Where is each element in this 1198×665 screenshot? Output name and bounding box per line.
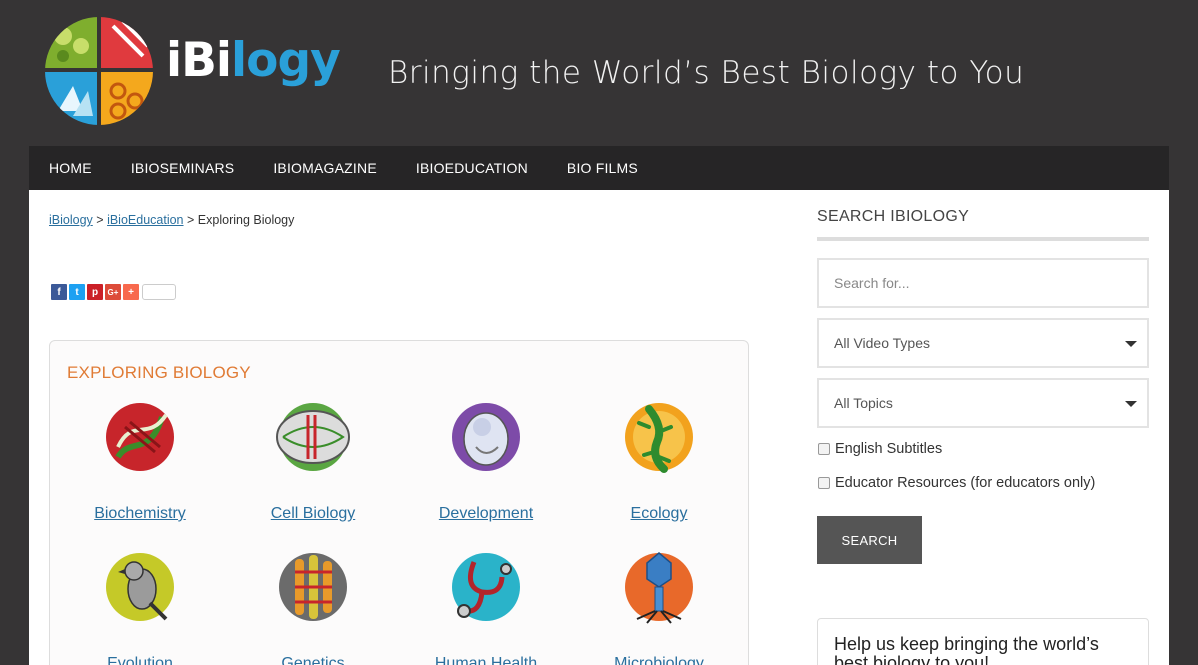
main-content: iBiology > iBioEducation > Exploring Bio…	[29, 190, 1169, 665]
breadcrumb-section-link[interactable]: iBioEducation	[107, 213, 183, 227]
nav-bio-films[interactable]: BIO FILMS	[567, 160, 638, 176]
video-types-value: All Video Types	[834, 335, 930, 351]
nav-ibiomagazine[interactable]: IBIOMAGAZINE	[273, 160, 377, 176]
logo-wordmark-white: iBi	[166, 33, 232, 88]
chromosome-icon[interactable]	[273, 547, 353, 627]
breadcrumb-home-link[interactable]: iBiology	[49, 213, 93, 227]
topic-link[interactable]: Evolution	[60, 655, 220, 665]
topic-link[interactable]: Ecology	[579, 505, 739, 523]
topics-value: All Topics	[834, 395, 893, 411]
chevron-down-icon	[1125, 401, 1137, 407]
pinterest-share-icon[interactable]: p	[87, 284, 103, 300]
english-subtitles-checkbox[interactable]	[818, 443, 830, 455]
chevron-down-icon	[1125, 341, 1137, 347]
topic-development[interactable]: Development	[406, 397, 566, 523]
topic-link[interactable]: Development	[406, 505, 566, 523]
bird-icon[interactable]	[100, 547, 180, 627]
logo-wordmark-blue: logy	[231, 33, 341, 88]
topic-human-health[interactable]: Human Health	[406, 547, 566, 665]
topic-link[interactable]: Cell Biology	[233, 505, 393, 523]
cell-icon[interactable]	[273, 397, 353, 477]
topics-select[interactable]: All Topics	[817, 378, 1149, 428]
topic-cell-biology[interactable]: Cell Biology	[233, 397, 393, 523]
search-input[interactable]: Search for...	[817, 258, 1149, 308]
english-subtitles-option[interactable]: English Subtitles	[818, 441, 942, 457]
more-share-icon[interactable]: +	[123, 284, 139, 300]
breadcrumb-separator: >	[187, 213, 195, 227]
stethoscope-icon[interactable]	[446, 547, 526, 627]
ibiology-logo-icon[interactable]	[43, 16, 155, 126]
breadcrumb-current: Exploring Biology	[197, 213, 295, 227]
facebook-share-icon[interactable]: f	[51, 284, 67, 300]
educator-resources-option[interactable]: Educator Resources (for educators only)	[818, 475, 1095, 491]
nav-home[interactable]: HOME	[49, 160, 92, 176]
lizard-icon[interactable]	[619, 397, 699, 477]
donation-promo: Help us keep bringing the world’s best b…	[817, 618, 1149, 665]
virus-icon[interactable]	[619, 547, 699, 627]
twitter-share-icon[interactable]: t	[69, 284, 85, 300]
embryo-icon[interactable]	[446, 397, 526, 477]
dna-icon[interactable]	[100, 397, 180, 477]
video-types-select[interactable]: All Video Types	[817, 318, 1149, 368]
topic-ecology[interactable]: Ecology	[579, 397, 739, 523]
google-plus-share-icon[interactable]: G+	[105, 284, 121, 300]
main-nav: HOME IBIOSEMINARS IBIOMAGAZINE IBIOEDUCA…	[29, 146, 1169, 190]
logo-wordmark[interactable]: iBilogy	[166, 37, 341, 84]
topic-biochemistry[interactable]: Biochemistry	[60, 397, 220, 523]
breadcrumb-separator: >	[96, 213, 104, 227]
site-header: iBilogy Bringing the World’s Best Biolog…	[0, 0, 1198, 146]
topic-link[interactable]: Microbiology	[579, 655, 739, 665]
topic-link[interactable]: Biochemistry	[60, 505, 220, 523]
search-section-title: SEARCH IBIOLOGY	[817, 208, 970, 225]
nav-ibioeducation[interactable]: IBIOEDUCATION	[416, 160, 528, 176]
search-button[interactable]: SEARCH	[817, 516, 922, 564]
topic-genetics[interactable]: Genetics	[233, 547, 393, 665]
share-count	[142, 284, 176, 300]
breadcrumb: iBiology > iBioEducation > Exploring Bio…	[49, 213, 294, 227]
educator-resources-label: Educator Resources (for educators only)	[835, 475, 1096, 491]
topic-microbiology[interactable]: Microbiology	[579, 547, 739, 665]
nav-ibioseminars[interactable]: IBIOSEMINARS	[131, 160, 235, 176]
search-section-divider	[817, 237, 1149, 241]
exploring-biology-panel: EXPLORING BIOLOGY Biochemistry Cell Biol…	[49, 340, 749, 665]
topic-evolution[interactable]: Evolution	[60, 547, 220, 665]
topic-link[interactable]: Human Health	[406, 655, 566, 665]
share-bar: f t p G+ +	[51, 284, 176, 300]
site-tagline: Bringing the World’s Best Biology to You	[388, 55, 1025, 91]
exploring-biology-title: EXPLORING BIOLOGY	[67, 363, 251, 382]
educator-resources-checkbox[interactable]	[818, 477, 830, 489]
english-subtitles-label: English Subtitles	[835, 441, 943, 457]
topic-link[interactable]: Genetics	[233, 655, 393, 665]
